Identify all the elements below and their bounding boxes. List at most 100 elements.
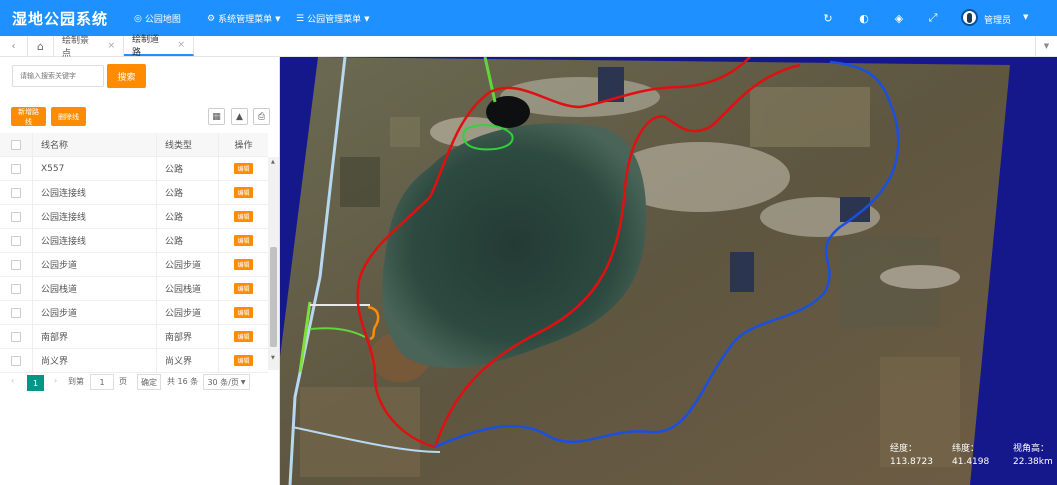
home-icon[interactable]: ⌂ xyxy=(28,36,54,56)
satellite-map[interactable]: 经度： 113.8723 纬度： 41.4198 视角高： 22.38km xyxy=(280,57,1057,485)
route-list-panel: 搜索 新增路线 删除线 ▦ ▲ ⎙ 线名称 线类型 操作 X557公路编辑公园连… xyxy=(0,57,280,485)
add-route-button[interactable]: 新增路线 xyxy=(11,107,46,126)
menu-park-management[interactable]: ☰ 公园管理菜单 ▼ xyxy=(296,12,370,26)
route-type: 公路 xyxy=(157,157,219,180)
select-all-checkbox[interactable] xyxy=(11,139,21,150)
tag-icon[interactable]: ◈ xyxy=(892,11,906,25)
tab-label: 绘制道路 xyxy=(132,35,160,58)
edit-button[interactable]: 编辑 xyxy=(234,259,253,270)
search-input[interactable] xyxy=(12,65,104,87)
column-header: 线名称 xyxy=(33,133,157,156)
row-checkbox[interactable] xyxy=(11,187,21,198)
avatar[interactable] xyxy=(961,9,978,26)
chevron-down-icon: ▼ xyxy=(364,14,370,23)
altitude-readout: 视角高： 22.38km xyxy=(1013,443,1053,469)
export-icon[interactable]: ▲ xyxy=(231,108,248,125)
row-checkbox[interactable] xyxy=(11,331,21,342)
column-header: 线类型 xyxy=(157,133,219,156)
menu-label: 公园管理菜单 xyxy=(307,15,362,25)
scroll-down-icon[interactable]: ▼ xyxy=(271,355,275,361)
menu-system-management[interactable]: ⚙ 系统管理菜单 ▼ xyxy=(207,12,281,26)
table-header: 线名称 线类型 操作 xyxy=(0,133,268,157)
solar-array xyxy=(840,197,870,222)
map-canvas[interactable] xyxy=(280,57,1057,485)
row-checkbox[interactable] xyxy=(11,259,21,270)
page-number-input[interactable]: 1 xyxy=(90,374,114,390)
chevron-down-icon[interactable]: ▼ xyxy=(1023,13,1028,21)
table-row[interactable]: 公园栈道 公园栈道 编辑 xyxy=(0,277,268,301)
menu-label: 系统管理菜单 xyxy=(218,15,273,25)
prev-page-icon[interactable]: ‹ xyxy=(11,376,14,385)
menu-label: 公园地图 xyxy=(144,15,181,25)
edit-button[interactable]: 编辑 xyxy=(234,331,253,342)
altitude-value: 22.38km xyxy=(1013,457,1053,467)
close-icon[interactable]: × xyxy=(177,40,185,50)
edit-button[interactable]: 编辑 xyxy=(234,355,253,366)
chevron-down-icon[interactable]: ▼ xyxy=(1035,36,1057,56)
route-name: 尚义界 xyxy=(33,349,157,372)
scroll-up-icon[interactable]: ▲ xyxy=(271,159,275,165)
edit-button[interactable]: 编辑 xyxy=(234,211,253,222)
table-row[interactable]: 南部界 南部界 编辑 xyxy=(0,325,268,349)
table-row[interactable]: 尚义界 尚义界 编辑 xyxy=(0,349,268,373)
table-row[interactable]: 公园连接线 公路 编辑 xyxy=(0,229,268,253)
page-size-value: 30 条/页 xyxy=(207,377,239,387)
table-row[interactable]: 公园步道 公园步道 编辑 xyxy=(0,301,268,325)
print-icon[interactable]: ⎙ xyxy=(253,108,270,125)
route-type: 南部界 xyxy=(157,325,219,348)
scrollbar[interactable] xyxy=(268,157,279,370)
page-size-select[interactable]: 30 条/页 ▼ xyxy=(203,374,250,390)
longitude-value: 113.8723 xyxy=(890,457,933,467)
palette-icon[interactable]: ◐ xyxy=(857,11,871,25)
edit-button[interactable]: 编辑 xyxy=(234,307,253,318)
delete-route-button[interactable]: 删除线 xyxy=(51,107,86,126)
next-page-icon[interactable]: › xyxy=(54,376,57,385)
latitude-label: 纬度： xyxy=(952,444,980,454)
pond xyxy=(486,96,530,128)
table-row[interactable]: 公园步道 公园步道 编辑 xyxy=(0,253,268,277)
row-checkbox[interactable] xyxy=(11,355,21,366)
chevron-down-icon: ▼ xyxy=(240,378,246,386)
row-checkbox[interactable] xyxy=(11,211,21,222)
fullscreen-icon[interactable]: ⤢ xyxy=(926,11,940,25)
route-type: 公路 xyxy=(157,229,219,252)
row-checkbox[interactable] xyxy=(11,163,21,174)
close-icon[interactable]: × xyxy=(107,41,115,51)
menu-park-map[interactable]: ◎ 公园地图 xyxy=(134,12,181,26)
page-label: 页 xyxy=(119,377,127,386)
longitude-readout: 经度： 113.8723 xyxy=(890,443,933,469)
tab-draw-roads[interactable]: 绘制道路 × xyxy=(124,35,194,58)
search-button[interactable]: 搜索 xyxy=(107,64,146,88)
row-checkbox[interactable] xyxy=(11,307,21,318)
edit-button[interactable]: 编辑 xyxy=(234,187,253,198)
route-name: 公园栈道 xyxy=(33,277,157,300)
tab-label: 绘制景点 xyxy=(62,36,90,59)
edit-button[interactable]: 编辑 xyxy=(234,283,253,294)
table-row[interactable]: 公园连接线 公路 编辑 xyxy=(0,205,268,229)
route-name: 公园连接线 xyxy=(33,229,157,252)
edit-button[interactable]: 编辑 xyxy=(234,163,253,174)
page-1-button[interactable]: 1 xyxy=(27,375,44,391)
chevron-down-icon: ▼ xyxy=(275,14,281,23)
globe-icon: ◎ xyxy=(134,13,142,24)
user-name[interactable]: 管理员 xyxy=(984,13,1011,26)
table-row[interactable]: X557 公路 编辑 xyxy=(0,157,268,181)
gear-icon: ⚙ xyxy=(207,13,216,24)
route-type: 公园步道 xyxy=(157,301,219,324)
route-name: 公园连接线 xyxy=(33,181,157,204)
tab-draw-scenic-spots[interactable]: 绘制景点 × xyxy=(54,36,124,59)
latitude-value: 41.4198 xyxy=(952,457,990,467)
chevron-left-icon[interactable]: ‹ xyxy=(0,36,28,56)
columns-icon[interactable]: ▦ xyxy=(208,108,225,125)
table-row[interactable]: 公园连接线 公路 编辑 xyxy=(0,181,268,205)
row-checkbox[interactable] xyxy=(11,283,21,294)
edit-button[interactable]: 编辑 xyxy=(234,235,253,246)
row-checkbox[interactable] xyxy=(11,235,21,246)
route-type: 公园栈道 xyxy=(157,277,219,300)
pagination: ‹ 1 › 到第 1 页 确定 共 16 条 30 条/页 ▼ xyxy=(0,373,268,393)
refresh-icon[interactable]: ↻ xyxy=(821,11,835,25)
route-name: 公园连接线 xyxy=(33,205,157,228)
confirm-page-button[interactable]: 确定 xyxy=(137,374,161,390)
scrollbar-thumb[interactable] xyxy=(270,247,277,347)
latitude-readout: 纬度： 41.4198 xyxy=(952,443,989,469)
